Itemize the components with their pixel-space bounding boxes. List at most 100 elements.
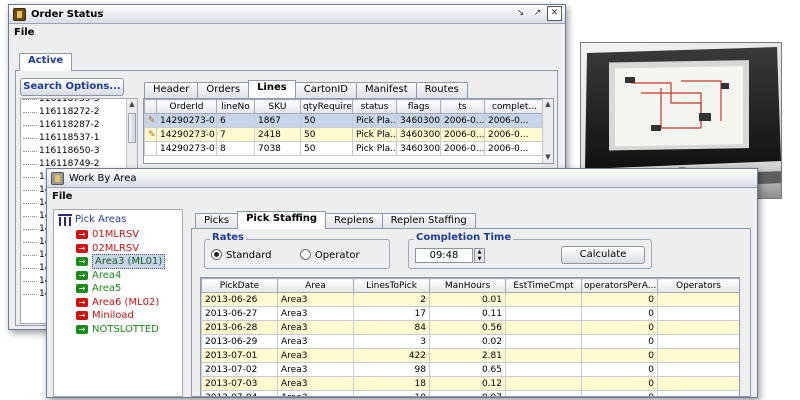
operator-radio[interactable] (299, 249, 311, 260)
spinner-up-icon[interactable]: ▲ (475, 249, 484, 256)
scroll-thumb[interactable] (128, 113, 136, 143)
menu-file[interactable]: File (52, 191, 72, 202)
scroll-up-icon[interactable]: ▲ (543, 99, 553, 110)
table-row[interactable]: 2013-06-27 Area3 17 0.11 0 (201, 306, 739, 321)
column-header[interactable]: ts (440, 99, 485, 114)
order-tree-item[interactable]: 116118759-3 (23, 99, 100, 106)
table-cell: 2 (353, 292, 430, 307)
tab-active[interactable]: Active (19, 53, 73, 71)
tab-pick-staffing[interactable]: Pick Staffing (237, 211, 327, 229)
completion-time-input[interactable]: 09:48 (415, 248, 473, 263)
area-tree-item[interactable]: → Area6 (ML02) (76, 296, 182, 309)
table-row[interactable]: 2013-07-01 Area3 422 2.81 0 (201, 348, 739, 363)
order-tree-item[interactable]: 116118537-1 (23, 132, 100, 145)
tab-routes[interactable]: Routes (415, 82, 468, 98)
tab-manifest[interactable]: Manifest (355, 82, 417, 98)
table-cell: Area3 (277, 376, 354, 391)
staffing-table: PickDate Area LinesToPick ManHours EstTimeCm… (201, 278, 739, 396)
window-title: Work By Area (69, 173, 137, 184)
column-header[interactable]: Area (277, 278, 354, 293)
table-cell (505, 320, 582, 335)
table-row[interactable]: 2013-07-04Area3100.07 0 (201, 390, 739, 396)
column-header[interactable]: operatorsPerA... (581, 278, 658, 293)
search-options-button[interactable]: Search Options... (20, 78, 124, 96)
table-cell: 84 (353, 320, 430, 335)
column-header[interactable]: flags (396, 99, 441, 114)
pick-areas-icon (58, 213, 72, 226)
table-row[interactable]: 2013-07-03 Area3 18 0.12 0 (201, 376, 739, 391)
area-tree-item[interactable]: → 01MLRSV (76, 228, 182, 241)
order-status-titlebar[interactable]: Order Status ↘ ↗ ✕ (9, 5, 565, 24)
column-header[interactable]: complet... (484, 99, 545, 114)
column-header[interactable]: Operators (657, 278, 739, 293)
column-header[interactable]: qtyRequired (300, 99, 353, 114)
scroll-up-icon[interactable]: ▲ (127, 99, 137, 110)
table-row[interactable]: 2013-06-28 Area3 84 0.56 0 (201, 320, 739, 335)
column-header[interactable] (144, 99, 157, 114)
table-cell: 2006-0... (440, 141, 485, 156)
column-header[interactable]: OrderId (156, 99, 217, 114)
order-tree-item[interactable]: 116118650-3 (23, 145, 100, 158)
column-header[interactable]: status (352, 99, 397, 114)
table-row[interactable]: 14290273-08703850Pick Pla...346030082006… (144, 141, 545, 156)
table-cell (657, 362, 739, 377)
tree-connector (23, 294, 37, 295)
tab-cartonid[interactable]: CartonID (294, 82, 357, 98)
column-header[interactable]: lineNo (216, 99, 255, 114)
table-cell (505, 362, 582, 377)
area-tree-item[interactable]: → Miniload (76, 309, 182, 322)
area-tree-item[interactable]: → Area3 (ML01) (76, 254, 182, 269)
table-cell: 7 (216, 127, 255, 142)
area-arrow-icon: → (76, 257, 88, 266)
menu-file[interactable]: File (14, 27, 34, 38)
area-tree-item[interactable]: → Area5 (76, 282, 182, 295)
tab-replens[interactable]: Replens (325, 213, 383, 229)
work-by-area-titlebar[interactable]: Work By Area (47, 169, 757, 188)
area-tree-item[interactable]: → 02MLRSV (76, 242, 182, 255)
time-spinner[interactable]: ▲ ▼ (474, 248, 485, 263)
edit-pencil-icon: ✎ (144, 113, 157, 128)
table-cell: 0 (581, 362, 658, 377)
scroll-down-icon[interactable]: ▼ (543, 152, 553, 163)
table-row[interactable]: ✎14290273-07241850Pick Pla...34603008200… (144, 127, 545, 142)
table-cell: 0.65 (429, 362, 506, 377)
column-header[interactable]: EstTimeCmpt (505, 278, 582, 293)
table-cell: 3 (353, 334, 430, 349)
tree-root[interactable]: Pick Areas (58, 213, 182, 226)
staffing-tabs: Picks Pick Staffing Replens Replen Staffing (195, 211, 476, 229)
tab-picks[interactable]: Picks (195, 213, 239, 229)
tab-lines[interactable]: Lines (248, 80, 296, 98)
spinner-down-icon[interactable]: ▼ (475, 256, 484, 263)
tab-replen-staffing[interactable]: Replen Staffing (381, 213, 476, 229)
table-cell (657, 292, 739, 307)
table-cell: 0.56 (429, 320, 506, 335)
tree-connector (23, 190, 37, 191)
column-header[interactable]: LinesToPick (353, 278, 430, 293)
order-tree-item[interactable]: 116118287-2 (23, 119, 100, 132)
order-tree-item[interactable]: 116118272-2 (23, 106, 100, 119)
table-row[interactable]: 2013-07-02 Area3 98 0.65 0 (201, 362, 739, 377)
column-header[interactable]: SKU (254, 99, 301, 114)
staffing-table-container: PickDate Area LinesToPick ManHours EstTimeCm… (200, 277, 740, 397)
area-tree-item[interactable]: → Area4 (76, 269, 182, 282)
table-row[interactable]: 2013-06-26 Area3 2 0.01 0 (201, 292, 739, 307)
maximize-icon[interactable]: ↗ (530, 6, 545, 21)
column-header[interactable]: ManHours (429, 278, 506, 293)
column-header[interactable]: PickDate (201, 278, 278, 293)
tab-header[interactable]: Header (144, 82, 199, 98)
table-cell: 50 (300, 113, 353, 128)
lines-scrollbar[interactable]: ▲ ▼ (542, 99, 553, 163)
close-icon[interactable]: ✕ (547, 6, 562, 21)
tab-orders[interactable]: Orders (197, 82, 250, 98)
lines-table-container: OrderId lineNo SKU qtyRequired status flags ts… (143, 98, 554, 164)
table-row[interactable]: ✎14290273-06186750Pick Pla...34603008200… (144, 113, 545, 128)
table-cell: 50 (300, 141, 353, 156)
calculate-button[interactable]: Calculate (561, 246, 645, 264)
area-tree-item[interactable]: → NOTSLOTTED (76, 323, 182, 336)
menubar: File (9, 24, 565, 41)
table-row[interactable]: 2013-06-29 Area3 3 0.02 0 (201, 334, 739, 349)
standard-radio[interactable] (211, 249, 222, 260)
area-arrow-icon: → (76, 230, 88, 239)
minimize-icon[interactable]: ↘ (513, 6, 528, 21)
table-cell: 2013-07-02 (201, 362, 278, 377)
